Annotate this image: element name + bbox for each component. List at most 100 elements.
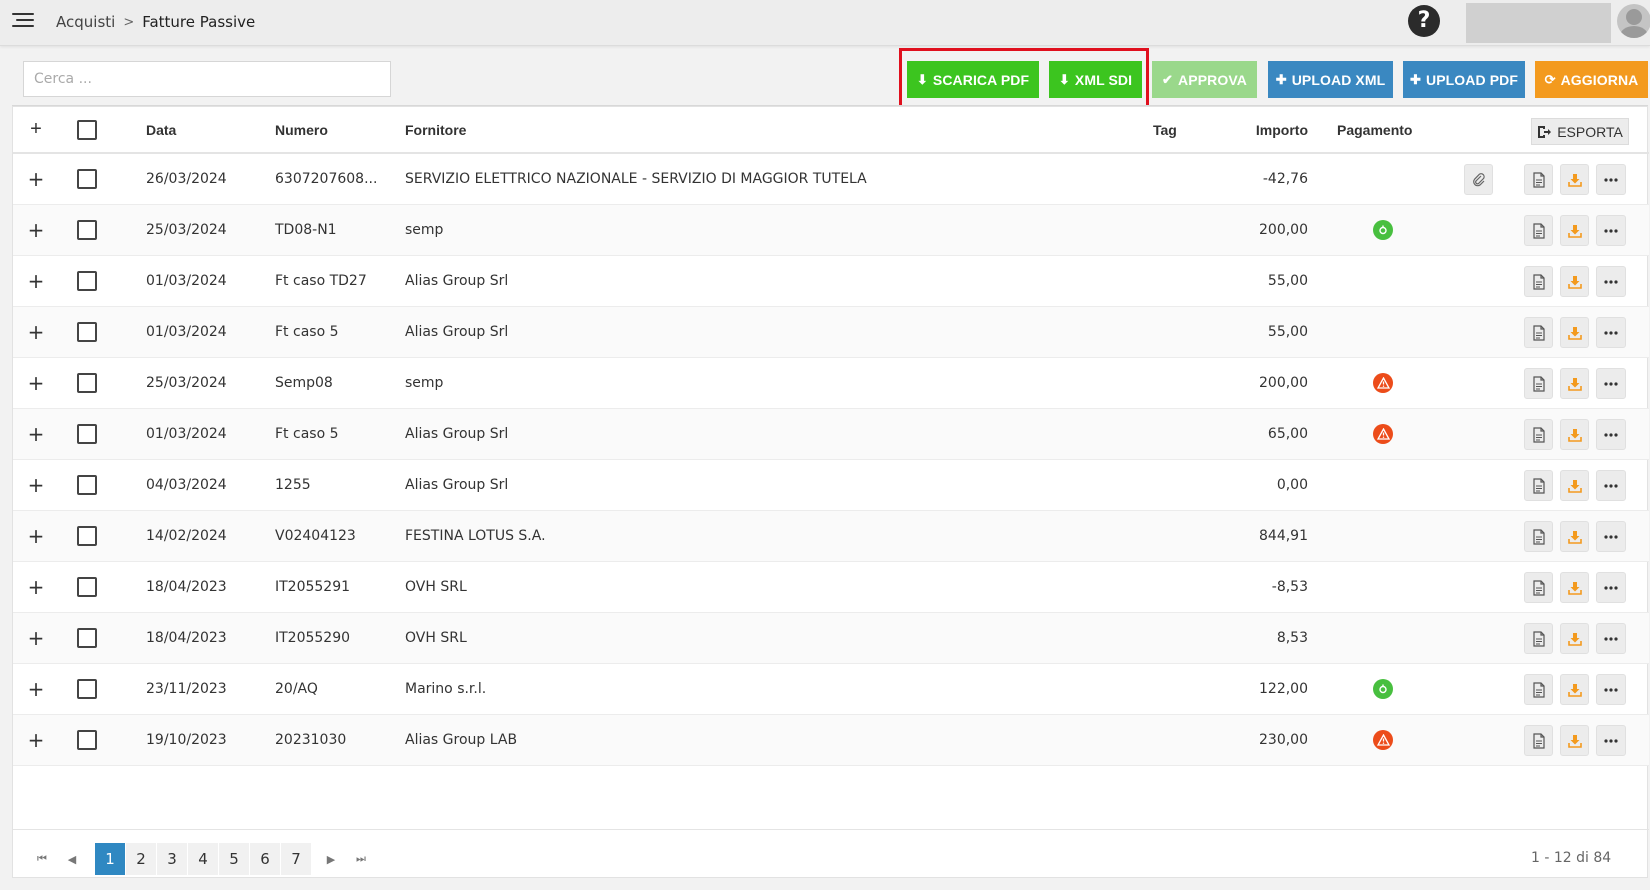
aggiorna-button[interactable]: ⟳ AGGIORNA — [1535, 61, 1648, 98]
download-row-button[interactable] — [1560, 215, 1589, 246]
more-options-button[interactable] — [1596, 725, 1626, 756]
last-page-icon[interactable]: ⏭ — [346, 843, 376, 875]
column-header-numero[interactable]: Numero — [275, 107, 328, 152]
more-options-button[interactable] — [1596, 368, 1626, 399]
expand-row-icon[interactable]: + — [27, 409, 45, 459]
row-checkbox[interactable] — [77, 715, 97, 765]
approva-button[interactable]: ✔ APPROVA — [1152, 61, 1257, 98]
scarica-pdf-button[interactable]: ⬇ SCARICA PDF — [907, 61, 1039, 98]
attachment-button[interactable] — [1464, 164, 1493, 195]
row-checkbox[interactable] — [77, 613, 97, 663]
upload-pdf-button[interactable]: ✚ UPLOAD PDF — [1403, 61, 1525, 98]
download-row-button[interactable] — [1560, 164, 1589, 195]
more-options-button[interactable] — [1596, 623, 1626, 654]
view-document-button[interactable] — [1524, 317, 1553, 348]
download-row-button[interactable] — [1560, 266, 1589, 297]
download-row-button[interactable] — [1560, 572, 1589, 603]
more-options-button[interactable] — [1596, 266, 1626, 297]
select-all-checkbox[interactable] — [77, 107, 97, 152]
more-options-button[interactable] — [1596, 215, 1626, 246]
upload-xml-button[interactable]: ✚ UPLOAD XML — [1268, 61, 1393, 98]
row-checkbox[interactable] — [77, 562, 97, 612]
more-options-button[interactable] — [1596, 674, 1626, 705]
download-row-button[interactable] — [1560, 419, 1589, 450]
download-row-button[interactable] — [1560, 317, 1589, 348]
view-document-button[interactable] — [1524, 164, 1553, 195]
row-checkbox[interactable] — [77, 460, 97, 510]
download-row-button[interactable] — [1560, 521, 1589, 552]
table-row[interactable]: +18/04/2023 IT2055290 OVH SRL 8,53 — [13, 613, 1649, 664]
expand-all-icon[interactable]: + — [27, 107, 45, 152]
more-options-button[interactable] — [1596, 470, 1626, 501]
expand-row-icon[interactable]: + — [27, 256, 45, 306]
avatar[interactable] — [1617, 4, 1650, 38]
expand-row-icon[interactable]: + — [27, 307, 45, 357]
column-header-pagamento[interactable]: Pagamento — [1337, 107, 1437, 152]
download-row-button[interactable] — [1560, 623, 1589, 654]
expand-row-icon[interactable]: + — [27, 511, 45, 561]
more-options-button[interactable] — [1596, 317, 1626, 348]
view-document-button[interactable] — [1524, 266, 1553, 297]
view-document-button[interactable] — [1524, 572, 1553, 603]
column-header-importo[interactable]: Importo — [1173, 107, 1308, 152]
row-checkbox[interactable] — [77, 358, 97, 408]
expand-row-icon[interactable]: + — [27, 154, 45, 204]
more-options-button[interactable] — [1596, 419, 1626, 450]
column-header-fornitore[interactable]: Fornitore — [405, 107, 466, 152]
table-row[interactable]: +01/03/2024 Ft caso 5 Alias Group Srl 65,00 — [13, 409, 1649, 460]
xml-sdi-button[interactable]: ⬇ XML SDI — [1049, 61, 1142, 98]
expand-row-icon[interactable]: + — [27, 664, 45, 714]
help-icon[interactable]: ? — [1408, 5, 1440, 37]
row-checkbox[interactable] — [77, 664, 97, 714]
expand-row-icon[interactable]: + — [27, 205, 45, 255]
column-header-data[interactable]: Data — [146, 107, 176, 152]
table-row[interactable]: +01/03/2024 Ft caso TD27 Alias Group Srl 55… — [13, 256, 1649, 307]
page-number-button[interactable]: 5 — [219, 843, 249, 875]
table-row[interactable]: +01/03/2024 Ft caso 5 Alias Group Srl 55,00 — [13, 307, 1649, 358]
page-number-button[interactable]: 2 — [126, 843, 156, 875]
row-checkbox[interactable] — [77, 307, 97, 357]
table-row[interactable]: +18/04/2023 IT2055291 OVH SRL -8,53 — [13, 562, 1649, 613]
view-document-button[interactable] — [1524, 215, 1553, 246]
expand-row-icon[interactable]: + — [27, 460, 45, 510]
download-row-button[interactable] — [1560, 674, 1589, 705]
more-options-button[interactable] — [1596, 572, 1626, 603]
esporta-button[interactable]: ESPORTA — [1531, 118, 1629, 145]
table-row[interactable]: +19/10/2023 20231030 Alias Group LAB 230,00 — [13, 715, 1649, 766]
table-row[interactable]: +04/03/2024 1255 Alias Group Srl 0,00 — [13, 460, 1649, 511]
page-number-button[interactable]: 6 — [250, 843, 280, 875]
table-row[interactable]: +25/03/2024 Semp08 semp 200,00 — [13, 358, 1649, 409]
download-row-button[interactable] — [1560, 725, 1589, 756]
hamburger-menu-icon[interactable] — [12, 13, 34, 31]
page-number-button[interactable]: 7 — [281, 843, 311, 875]
more-options-button[interactable] — [1596, 164, 1626, 195]
page-number-button[interactable]: 4 — [188, 843, 218, 875]
expand-row-icon[interactable]: + — [27, 358, 45, 408]
view-document-button[interactable] — [1524, 470, 1553, 501]
view-document-button[interactable] — [1524, 419, 1553, 450]
table-row[interactable]: +26/03/2024 6307207608... SERVIZIO ELETTRI… — [13, 154, 1649, 205]
view-document-button[interactable] — [1524, 368, 1553, 399]
expand-row-icon[interactable]: + — [27, 613, 45, 663]
prev-page-icon[interactable]: ◀ — [57, 843, 87, 875]
user-name-box[interactable] — [1466, 3, 1611, 43]
expand-row-icon[interactable]: + — [27, 715, 45, 765]
expand-row-icon[interactable]: + — [27, 562, 45, 612]
row-checkbox[interactable] — [77, 205, 97, 255]
view-document-button[interactable] — [1524, 725, 1553, 756]
next-page-icon[interactable]: ▶ — [316, 843, 346, 875]
table-row[interactable]: +23/11/2023 20/AQ Marino s.r.l. 122,00 — [13, 664, 1649, 715]
more-options-button[interactable] — [1596, 521, 1626, 552]
search-input[interactable] — [23, 61, 391, 97]
download-row-button[interactable] — [1560, 368, 1589, 399]
view-document-button[interactable] — [1524, 521, 1553, 552]
view-document-button[interactable] — [1524, 674, 1553, 705]
download-row-button[interactable] — [1560, 470, 1589, 501]
row-checkbox[interactable] — [77, 154, 97, 204]
page-number-button[interactable]: 1 — [95, 843, 125, 875]
row-checkbox[interactable] — [77, 256, 97, 306]
page-number-button[interactable]: 3 — [157, 843, 187, 875]
table-row[interactable]: +25/03/2024 TD08-N1 semp 200,00 — [13, 205, 1649, 256]
view-document-button[interactable] — [1524, 623, 1553, 654]
row-checkbox[interactable] — [77, 511, 97, 561]
